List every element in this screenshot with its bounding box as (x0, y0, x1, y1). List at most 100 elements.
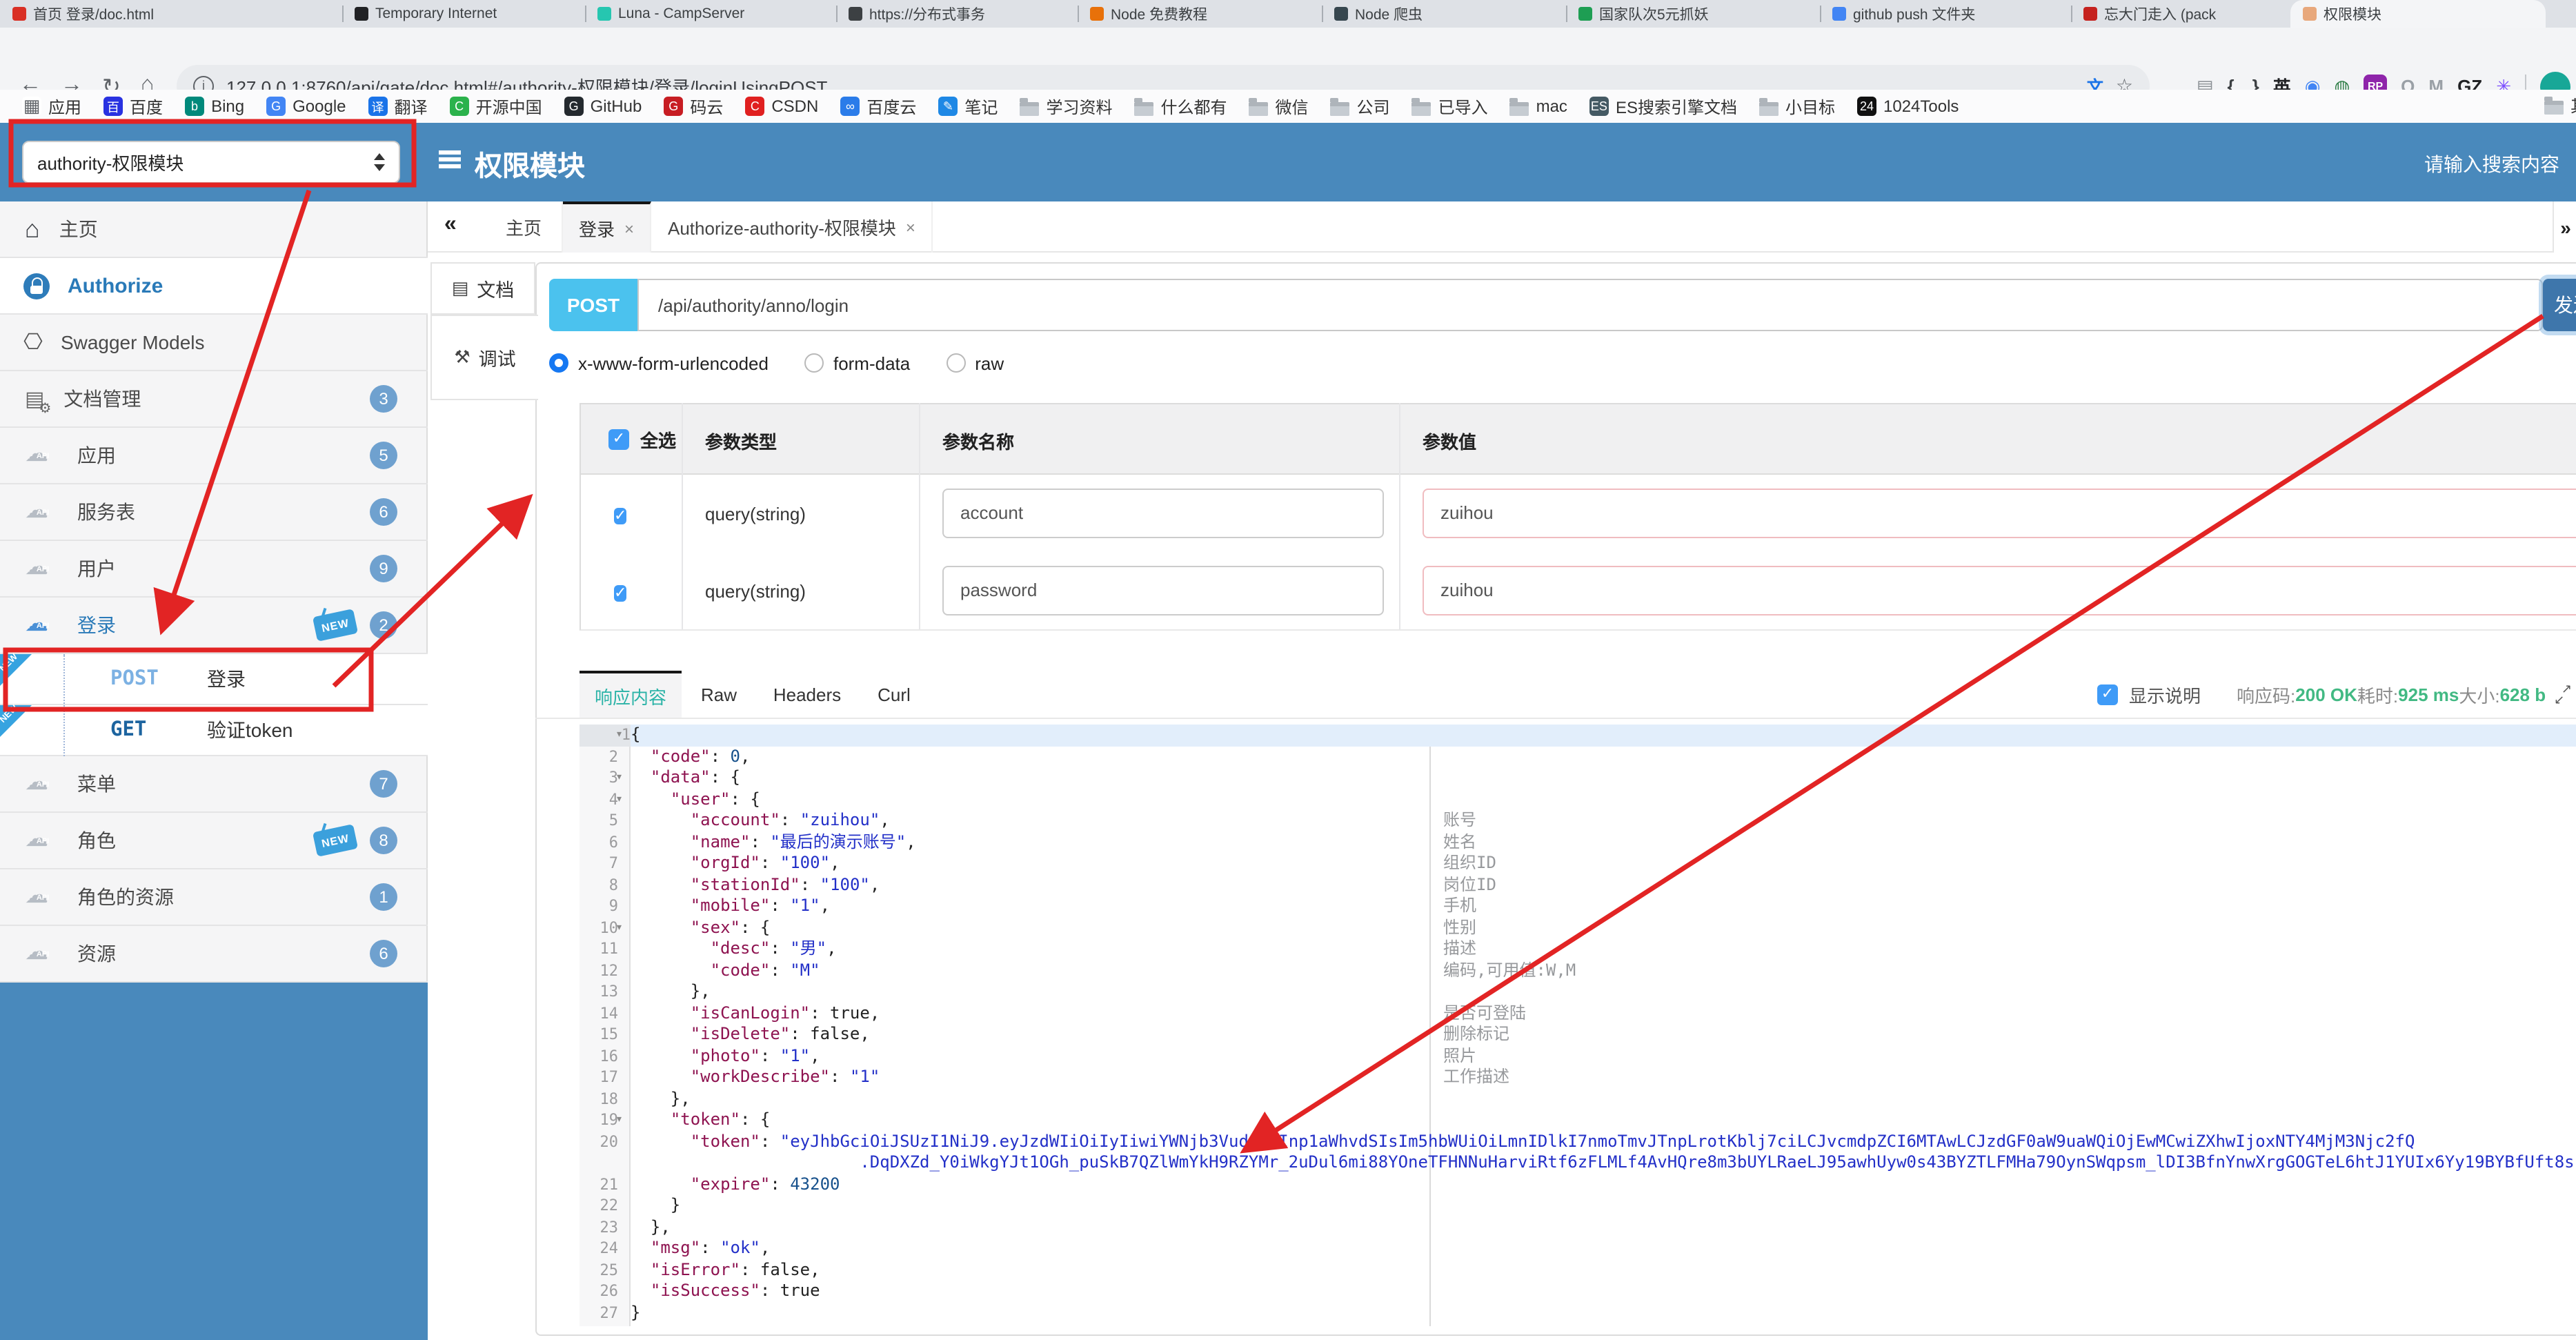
response-tab[interactable]: 响应内容 (579, 671, 682, 719)
sidebar-item[interactable]: Authorize (0, 258, 428, 315)
header-search[interactable]: 请输入搜索内容 (2424, 150, 2559, 178)
bookmark-item[interactable]: ES ES搜索引擎文档 (1578, 95, 1748, 118)
browser-tab[interactable]: Node 爬虫 (1322, 0, 1566, 28)
count-badge: 2 (370, 611, 397, 639)
content-tab[interactable]: 主页 (486, 201, 563, 253)
close-tab-icon[interactable]: × (906, 217, 915, 237)
browser-tab[interactable]: Temporary Internet (342, 0, 585, 28)
bookmark-item[interactable]: 学习资料 (1009, 95, 1123, 118)
code-token: "isError" (650, 1259, 740, 1279)
param-checkbox[interactable]: ✓ (614, 585, 627, 602)
bookmark-item[interactable]: 公司 (1320, 95, 1401, 118)
tab-favicon-icon (355, 7, 368, 21)
fullscreen-icon[interactable]: ↗ ↙ (2554, 682, 2572, 707)
body-type-radio[interactable]: x-www-form-urlencoded (549, 353, 769, 373)
radio-icon[interactable] (946, 353, 966, 373)
radio-icon[interactable] (804, 353, 824, 373)
bookmark-item[interactable]: ∞ 百度云 (829, 95, 927, 118)
code-token: : (700, 1238, 721, 1257)
show-desc-checkbox[interactable]: ✓ (2097, 684, 2118, 705)
sidebar-item[interactable]: ☁ 资源 6 (0, 926, 428, 983)
field-description: 工作描述 (1443, 1067, 1510, 1086)
close-tab-icon[interactable]: × (624, 219, 634, 238)
code-token: : (760, 853, 780, 872)
new-ribbon-icon: NEW (0, 703, 32, 737)
param-name-input[interactable]: password (942, 566, 1384, 615)
bookmark-item[interactable]: 译翻译 (357, 95, 439, 118)
bookmark-item[interactable]: 百百度 (92, 95, 174, 118)
code-token: "mobile" (690, 896, 771, 915)
sidebar-item[interactable]: ☁ 菜单 7 (0, 756, 428, 813)
bookmark-item[interactable]: C CSDN (734, 97, 829, 116)
param-value-input[interactable]: zuihou (1423, 489, 2576, 538)
sidebar-item-label: 登录 (77, 614, 116, 636)
bookmark-item[interactable]: ✎ 笔记 (927, 95, 1009, 118)
field-description: 是否可登陆 (1443, 1003, 1527, 1022)
param-value-input[interactable]: zuihou (1423, 566, 2576, 615)
line-number: 9 (608, 897, 618, 915)
code-token: "1" (790, 896, 820, 915)
tab-debug[interactable]: ⚒ 调试 (430, 315, 538, 400)
bookmark-item[interactable]: 微信 (1238, 95, 1320, 118)
fold-arrow-icon[interactable]: ▾ (617, 767, 628, 789)
bookmark-item[interactable]: G Google (255, 97, 357, 116)
sidebar-item[interactable]: ☁ 角色的资源 1 (0, 869, 428, 926)
sidebar-item[interactable]: ☁ 服务表 6 (0, 484, 428, 541)
param-type: query(string) (705, 580, 806, 601)
module-select[interactable]: authority-权限模块 (22, 141, 400, 184)
fold-arrow-icon[interactable]: ▾ (617, 1110, 628, 1131)
content-tab[interactable]: 登录 × (563, 201, 651, 253)
hamburger-icon[interactable] (439, 150, 461, 154)
sidebar-item[interactable]: ☁ 角色 NEW 8 (0, 813, 428, 869)
bookmark-item[interactable]: G 码云 (653, 95, 734, 118)
fold-arrow-icon[interactable]: ▾ (617, 917, 628, 938)
browser-tab[interactable]: 国家队次5元抓妖 (1566, 0, 1820, 28)
bookmark-item[interactable]: mac (1499, 97, 1578, 116)
tab-separator (585, 6, 586, 22)
browser-tab[interactable]: 首页 登录/doc.html (0, 0, 342, 28)
expand-tabs-icon[interactable]: » (2553, 201, 2576, 253)
sidebar-item[interactable]: ☁ 应用 5 (0, 428, 428, 484)
bookmark-item[interactable]: 24 1024Tools (1846, 97, 1970, 116)
bookmark-item[interactable]: b Bing (174, 97, 255, 116)
browser-tab[interactable]: https://分布式事务 (836, 0, 1078, 28)
browser-tab[interactable]: 权限模块 (2290, 0, 2546, 28)
send-button[interactable]: 发送 (2543, 279, 2576, 331)
site-favicon-icon: 24 (1857, 97, 1876, 116)
sidebar-item[interactable]: ▤ 文档管理 3 (0, 371, 428, 428)
bookmark-item[interactable]: C 开源中国 (439, 95, 553, 118)
bookmark-item[interactable]: 已导入 (1401, 95, 1499, 118)
sidebar-item[interactable]: ☁ 用户 9 (0, 541, 428, 598)
body-type-radio[interactable]: form-data (804, 353, 910, 373)
browser-tab[interactable]: Node 免费教程 (1078, 0, 1322, 28)
response-tab[interactable]: Raw (682, 671, 756, 719)
content-tab[interactable]: Authorize-authority-权限模块 × (651, 201, 933, 253)
api-cloud-icon: ☁ (25, 883, 61, 909)
browser-tab[interactable]: 忘大门走入 (pack (2071, 0, 2290, 28)
response-tab[interactable]: Headers (756, 671, 858, 719)
browser-tab[interactable]: Luna - CampServer (585, 0, 836, 28)
browser-tab[interactable]: github push 文件夹 (1820, 0, 2071, 28)
sidebar-item[interactable]: ⌂ 主页 (0, 201, 428, 258)
sidebar-item[interactable]: ☁ 登录 NEW 2 (0, 598, 428, 654)
endpoint-path-input[interactable]: /api/authority/anno/login (637, 279, 2543, 331)
fold-arrow-icon[interactable]: ▾ (617, 725, 628, 746)
radio-icon[interactable] (549, 353, 568, 373)
tab-document[interactable]: ▤ 文档 (430, 262, 535, 315)
bookmark-item[interactable]: G GitHub (553, 97, 653, 116)
code-line: "user": { (631, 789, 2576, 810)
bookmark-item[interactable]: ▦ 应用 (11, 95, 92, 118)
sidebar-item[interactable]: ⎔ Swagger Models (0, 315, 428, 371)
bookmark-item[interactable]: 什么都有 (1123, 95, 1238, 118)
body-type-radio[interactable]: raw (946, 353, 1004, 373)
param-name-input[interactable]: account (942, 489, 1384, 538)
bookmarks-overflow[interactable]: 其 (2544, 94, 2576, 117)
param-checkbox[interactable]: ✓ (614, 508, 627, 524)
tab-title: 国家队次5元抓妖 (1599, 6, 1709, 23)
collapse-sidebar-icon[interactable]: « (444, 213, 457, 237)
bookmark-item[interactable]: 小目标 (1748, 95, 1846, 118)
select-all-checkbox[interactable]: ✓ (608, 428, 629, 449)
tab-favicon-icon (1090, 7, 1104, 21)
fold-arrow-icon[interactable]: ▾ (617, 789, 628, 810)
response-tab[interactable]: Curl (858, 671, 930, 719)
